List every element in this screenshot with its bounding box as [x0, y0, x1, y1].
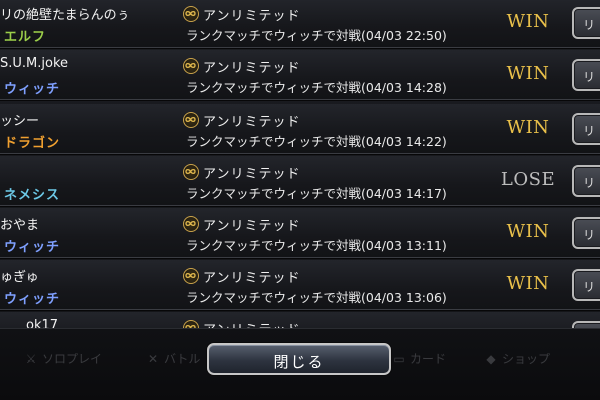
infinity-icon [183, 164, 199, 180]
opponent-info: ネメシス [0, 158, 170, 204]
match-detail: ランクマッチでウィッチで対戦(04/03 14:17) [186, 186, 447, 201]
nav-battle: ✕ バトル [146, 350, 200, 367]
nav-label: ショップ [502, 352, 551, 366]
match-row: リの絶壁たまらんのぅ エルフ アンリミテッド ランクマッチでウィッチで対戦(04… [0, 0, 600, 49]
opponent-info: おやま ウィッチ [0, 210, 170, 256]
match-history-list[interactable]: リの絶壁たまらんのぅ エルフ アンリミテッド ランクマッチでウィッチで対戦(04… [0, 0, 600, 328]
opponent-class: ネメシス [4, 188, 61, 203]
replay-button[interactable]: リ [572, 321, 600, 328]
match-result: WIN [506, 63, 550, 84]
match-result: WIN [506, 117, 550, 138]
infinity-icon [183, 112, 199, 128]
opponent-name: ok17 [26, 318, 59, 328]
format-label: アンリミテッド [203, 115, 301, 130]
opponent-class: ウィッチ [4, 82, 61, 97]
nav-shop: ◆ ショップ [484, 350, 550, 367]
match-row: ok17 アンリミテッド リ [0, 312, 600, 328]
opponent-name: S.U.M.joke [0, 56, 69, 71]
match-result: WIN [506, 273, 550, 294]
opponent-name: ッシー [0, 114, 40, 129]
replay-button[interactable]: リ [572, 7, 600, 39]
match-row: ゅぎゅ ウィッチ アンリミテッド ランクマッチでウィッチで対戦(04/03 13… [0, 260, 600, 311]
infinity-icon [183, 268, 199, 284]
match-detail: ランクマッチでウィッチで対戦(04/03 14:28) [186, 80, 447, 95]
match-history-screen: リの絶壁たまらんのぅ エルフ アンリミテッド ランクマッチでウィッチで対戦(04… [0, 0, 600, 400]
sword-icon: ⚔ [25, 352, 37, 366]
format-label: アンリミテッド [203, 271, 301, 286]
opponent-class: ウィッチ [4, 240, 61, 255]
replay-label: リ [583, 228, 596, 242]
nav-solo-play: ⚔ ソロプレイ [24, 350, 102, 367]
replay-button[interactable]: リ [572, 113, 600, 145]
match-result: LOSE [500, 169, 556, 190]
match-row: ッシー ドラゴン アンリミテッド ランクマッチでウィッチで対戦(04/03 14… [0, 104, 600, 155]
match-row: ネメシス アンリミテッド ランクマッチでウィッチで対戦(04/03 14:17)… [0, 156, 600, 207]
match-detail: ランクマッチでウィッチで対戦(04/03 22:50) [186, 28, 447, 43]
battle-icon: ✕ [147, 352, 159, 366]
replay-label: リ [583, 70, 596, 84]
nav-card: ▭ カード [392, 350, 446, 367]
opponent-info: ッシー ドラゴン [0, 106, 170, 152]
infinity-icon [183, 320, 199, 328]
replay-label: リ [583, 18, 596, 32]
infinity-icon [183, 58, 199, 74]
replay-label: リ [583, 124, 596, 138]
opponent-info: S.U.M.joke ウィッチ [0, 52, 170, 98]
close-button-label: 閉じる [273, 353, 325, 371]
format-label: アンリミテッド [203, 219, 301, 234]
format-label: アンリミテッド [203, 9, 301, 24]
format-label: アンリミテッド [203, 61, 301, 76]
opponent-class: ウィッチ [4, 292, 61, 307]
replay-button[interactable]: リ [572, 269, 600, 301]
match-row: S.U.M.joke ウィッチ アンリミテッド ランクマッチでウィッチで対戦(0… [0, 50, 600, 101]
nav-label: カード [410, 352, 447, 366]
nav-label: バトル [164, 352, 201, 366]
opponent-name: ゅぎゅ [0, 270, 39, 285]
replay-button[interactable]: リ [572, 59, 600, 91]
replay-button[interactable]: リ [572, 217, 600, 249]
match-result: WIN [506, 221, 550, 242]
opponent-info: ゅぎゅ ウィッチ [0, 262, 170, 308]
opponent-class: エルフ [4, 30, 47, 45]
replay-label: リ [583, 176, 596, 190]
match-detail: ランクマッチでウィッチで対戦(04/03 13:11) [186, 238, 447, 253]
shop-icon: ◆ [486, 352, 496, 366]
opponent-info: リの絶壁たまらんのぅ エルフ [0, 0, 170, 46]
match-detail: ランクマッチでウィッチで対戦(04/03 14:22) [186, 134, 447, 149]
infinity-icon [183, 216, 199, 232]
close-button[interactable]: 閉じる [207, 343, 391, 375]
replay-label: リ [583, 280, 596, 294]
nav-label: ソロプレイ [42, 352, 103, 366]
opponent-info: ok17 [0, 314, 170, 328]
card-icon: ▭ [393, 352, 405, 366]
format-label: アンリミテッド [203, 319, 300, 328]
format-label: アンリミテッド [203, 167, 301, 182]
opponent-class: ドラゴン [4, 136, 61, 151]
opponent-name: おやま [0, 218, 40, 233]
opponent-name: リの絶壁たまらんのぅ [0, 8, 130, 23]
infinity-icon [183, 6, 199, 22]
match-detail: ランクマッチでウィッチで対戦(04/03 13:06) [186, 290, 447, 305]
match-row: おやま ウィッチ アンリミテッド ランクマッチでウィッチで対戦(04/03 13… [0, 208, 600, 259]
replay-button[interactable]: リ [572, 165, 600, 197]
match-result: WIN [506, 11, 550, 32]
